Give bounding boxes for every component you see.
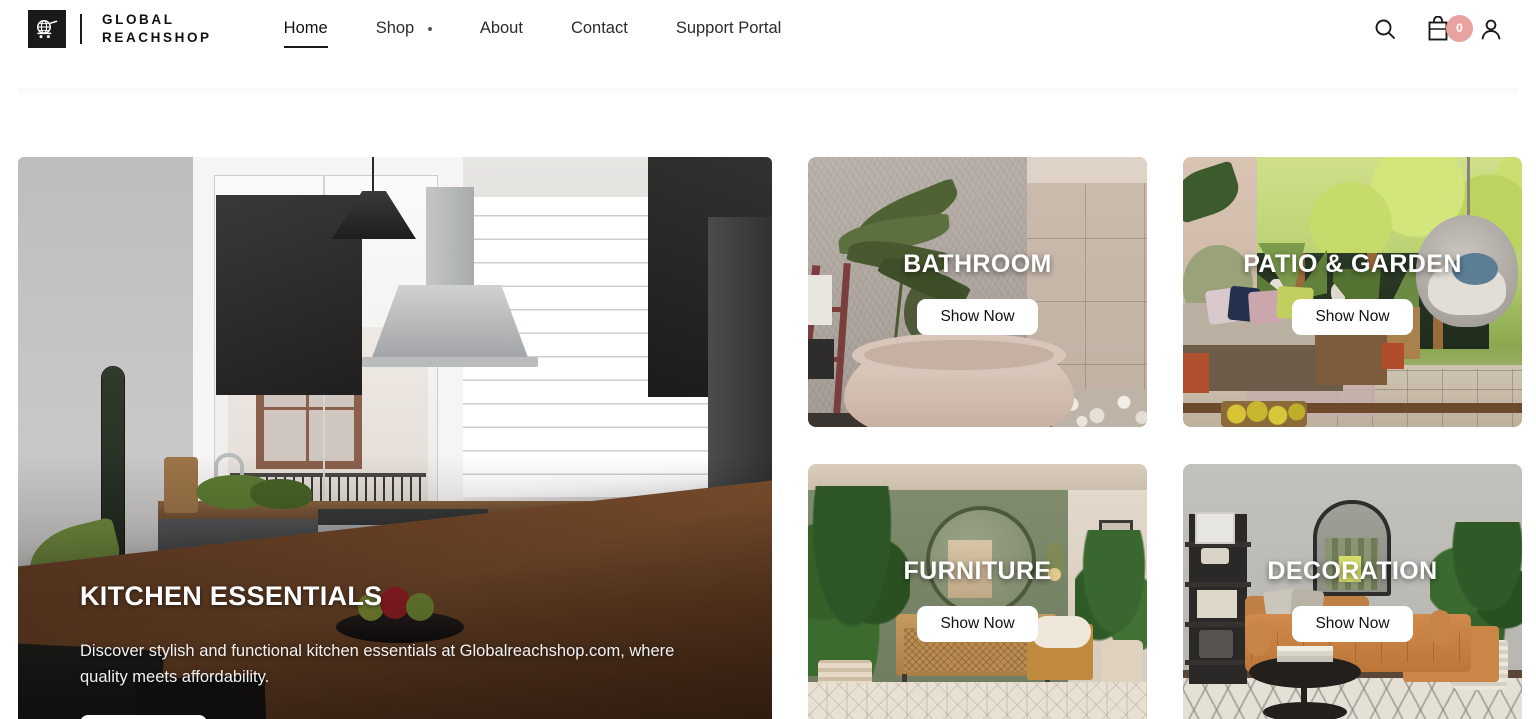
nav-item-support-portal[interactable]: Support Portal xyxy=(676,15,781,42)
site-header: GLOBAL REACHSHOP Home Shop About Contact… xyxy=(0,0,1536,98)
nav-item-support-portal-label: Support Portal xyxy=(675,19,782,37)
nav-item-contact[interactable]: Contact xyxy=(571,15,628,42)
decoration-show-now-button[interactable]: Show Now xyxy=(1292,605,1413,642)
hero-title: KITCHEN ESSENTIALS xyxy=(80,580,383,611)
main-navigation: Home Shop About Contact Support Portal xyxy=(283,15,830,48)
hero-content: KITCHEN ESSENTIALS Discover stylish and … xyxy=(80,581,732,719)
category-title-furniture: FURNITURE xyxy=(903,556,1052,585)
category-title-decoration: DECORATION xyxy=(1267,556,1438,585)
bathroom-overlay: BATHROOM Show Now xyxy=(808,157,1147,427)
logo-divider xyxy=(80,13,82,44)
patio-garden-overlay: PATIO & GARDEN Show Now xyxy=(1183,157,1522,427)
category-title-patio-garden: PATIO & GARDEN xyxy=(1243,249,1462,278)
brand-logo[interactable]: GLOBAL REACHSHOP xyxy=(28,9,212,48)
category-cards: BATHROOM Show Now PATIO & GARDEN Show No… xyxy=(808,157,1522,719)
nav-item-shop-label: Shop xyxy=(375,19,415,37)
chevron-down-icon xyxy=(427,26,432,31)
category-cards-row-1: BATHROOM Show Now PATIO & GARDEN Show No… xyxy=(808,157,1522,427)
nav-item-home[interactable]: Home xyxy=(283,15,328,48)
account-button[interactable] xyxy=(1476,14,1506,44)
nav-item-shop[interactable]: Shop xyxy=(376,15,432,42)
search-button[interactable] xyxy=(1370,14,1400,44)
furniture-show-now-button[interactable]: Show Now xyxy=(917,605,1038,642)
bathroom-show-now-button[interactable]: Show Now xyxy=(917,298,1038,335)
brand-name: GLOBAL REACHSHOP xyxy=(102,11,212,45)
nav-item-home-label: Home xyxy=(283,19,328,37)
nav-item-contact-label: Contact xyxy=(570,19,628,37)
decoration-overlay: DECORATION Show Now xyxy=(1183,464,1522,719)
hero-description: Discover stylish and functional kitchen … xyxy=(80,641,675,687)
hero-show-now-button[interactable]: Show Now xyxy=(80,715,207,719)
cart-button[interactable]: 0 xyxy=(1426,14,1473,42)
category-card-decoration[interactable]: DECORATION Show Now xyxy=(1183,464,1522,719)
search-icon xyxy=(1375,19,1395,39)
header-actions: 0 xyxy=(1370,14,1506,44)
category-card-patio-garden[interactable]: PATIO & GARDEN Show Now xyxy=(1183,157,1522,427)
header-divider xyxy=(18,88,1518,98)
furniture-overlay: FURNITURE Show Now xyxy=(808,464,1147,719)
main-content: KITCHEN ESSENTIALS Discover stylish and … xyxy=(0,157,1536,719)
category-card-furniture[interactable]: FURNITURE Show Now xyxy=(808,464,1147,719)
category-cards-row-2: FURNITURE Show Now DECORATION Show Now xyxy=(808,464,1522,719)
hero-banner-kitchen[interactable]: KITCHEN ESSENTIALS Discover stylish and … xyxy=(18,157,772,719)
category-card-bathroom[interactable]: BATHROOM Show Now xyxy=(808,157,1147,427)
patio-garden-show-now-button[interactable]: Show Now xyxy=(1292,298,1413,335)
nav-item-about[interactable]: About xyxy=(480,15,523,42)
category-title-bathroom: BATHROOM xyxy=(903,249,1052,278)
cart-count-badge: 0 xyxy=(1446,14,1473,42)
globe-cart-icon xyxy=(28,9,66,48)
user-icon xyxy=(1481,19,1501,39)
nav-item-about-label: About xyxy=(479,19,523,37)
